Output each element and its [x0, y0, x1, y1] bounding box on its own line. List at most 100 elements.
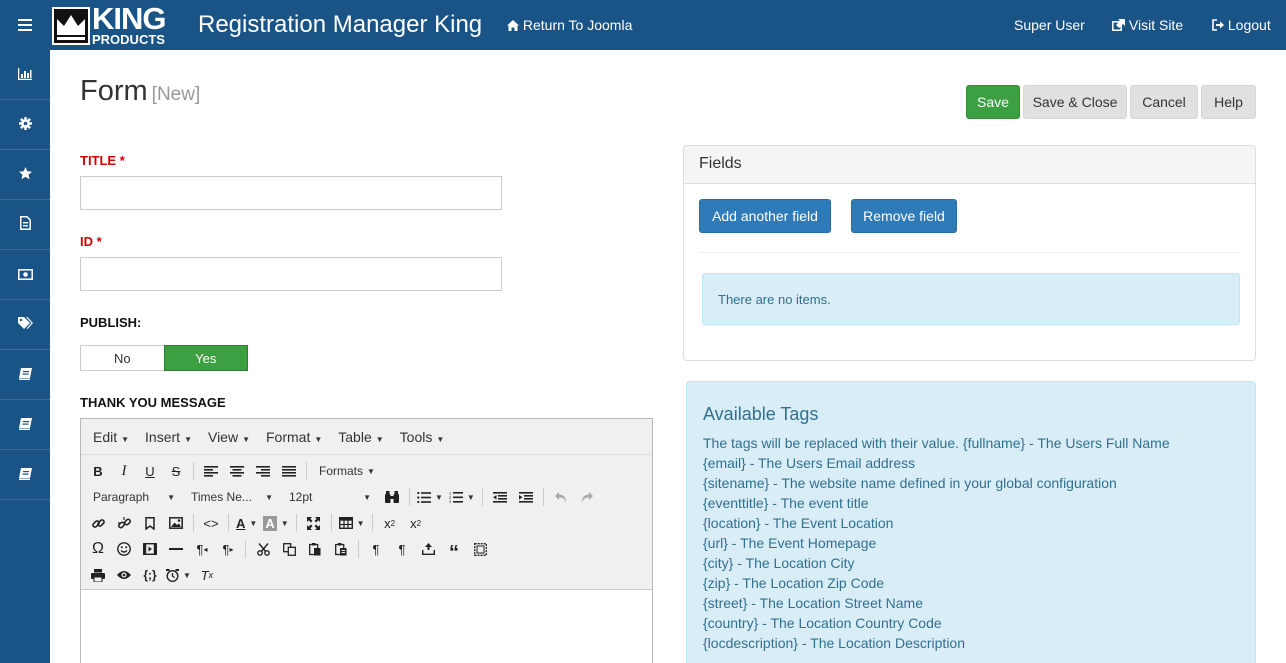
underline-icon[interactable]: U	[137, 459, 163, 483]
align-justify-icon[interactable]	[276, 459, 302, 483]
editor-menu-view[interactable]: View ▼	[200, 429, 258, 445]
ltr-icon[interactable]: ¶ ◂	[189, 537, 215, 561]
help-button[interactable]: Help	[1201, 85, 1256, 119]
nonbreaking-icon[interactable]: ¶	[389, 537, 415, 561]
editor-menubar: Edit ▼ Insert ▼ View ▼ Format ▼ Table ▼ Tools…	[81, 419, 652, 455]
redo-icon[interactable]	[574, 485, 600, 509]
tag-line: {email} - The Users Email address	[703, 455, 916, 471]
logo-king-text: KING	[92, 1, 166, 36]
bullet-list-icon[interactable]: ▼	[414, 485, 446, 509]
font-size-select[interactable]: 12pt ▼	[281, 485, 379, 509]
italic-icon[interactable]: I	[111, 459, 137, 483]
user-menu[interactable]: Super User	[1014, 17, 1085, 33]
return-to-joomla-label: Return To Joomla	[522, 17, 633, 33]
show-blocks-icon[interactable]	[467, 537, 493, 561]
code-icon[interactable]: <>	[198, 511, 224, 535]
save-close-button[interactable]: Save & Close	[1023, 85, 1127, 119]
save-button[interactable]: Save	[966, 85, 1020, 119]
horizontal-rule-icon[interactable]	[163, 537, 189, 561]
book-icon	[18, 467, 32, 483]
publish-yes-option[interactable]: Yes	[163, 345, 248, 371]
rich-text-editor: Edit ▼ Insert ▼ View ▼ Format ▼ Table ▼ Tools…	[80, 418, 653, 663]
book-icon	[18, 367, 32, 383]
gear-icon	[18, 116, 32, 133]
available-tags-panel: Available Tags The tags will be replaced…	[686, 381, 1256, 663]
subscript-icon[interactable]: x2	[377, 511, 403, 535]
editor-menu-insert[interactable]: Insert ▼	[137, 429, 200, 445]
align-right-icon[interactable]	[250, 459, 276, 483]
blockquote-icon[interactable]: “	[441, 537, 467, 563]
page-title: Form [New]	[80, 75, 200, 108]
sidebar-item-dashboard[interactable]	[0, 50, 50, 100]
editor-menu-format[interactable]: Format ▼	[258, 429, 330, 445]
sidebar-item-book-3[interactable]	[0, 450, 50, 500]
editor-content-area[interactable]	[81, 589, 652, 663]
tag-line: {location} - The Event Location	[703, 515, 894, 531]
add-field-button[interactable]: Add another field	[699, 199, 831, 233]
find-replace-icon[interactable]	[379, 485, 405, 509]
background-color-icon[interactable]: A ▼	[260, 511, 291, 535]
preview-icon[interactable]	[111, 563, 137, 587]
fullscreen-icon[interactable]	[301, 511, 327, 535]
id-input[interactable]	[80, 257, 502, 291]
tag-line: {country} - The Location Country Code	[703, 615, 942, 631]
paste-text-icon[interactable]	[328, 537, 354, 561]
font-family-select[interactable]: Times Ne... ▼	[183, 485, 281, 509]
insert-datetime-icon[interactable]: ▼	[163, 563, 194, 587]
sidebar-item-payments[interactable]	[0, 250, 50, 300]
sidebar-item-featured[interactable]	[0, 150, 50, 200]
king-products-logo[interactable]: KING PRODUCTS	[50, 3, 182, 46]
sidebar-item-book-1[interactable]	[0, 350, 50, 400]
id-label: ID *	[80, 234, 102, 249]
rtl-icon[interactable]: ¶ ▸	[215, 537, 241, 561]
page-break-icon[interactable]	[415, 537, 441, 561]
image-icon[interactable]	[163, 511, 189, 535]
visual-chars-icon[interactable]: ¶	[363, 537, 389, 561]
block-format-select[interactable]: Paragraph ▼	[85, 485, 183, 509]
copy-icon[interactable]	[276, 537, 302, 561]
user-name: Super User	[1014, 17, 1085, 33]
title-input[interactable]	[80, 176, 502, 210]
table-icon[interactable]: ▼	[336, 511, 368, 535]
template-icon[interactable]: {;}	[137, 563, 163, 587]
numbered-list-icon[interactable]: 1 2 3 ▼	[446, 485, 478, 509]
media-icon[interactable]	[137, 537, 163, 561]
page-subtitle: [New]	[151, 84, 201, 105]
special-character-icon[interactable]: Ω	[85, 537, 111, 561]
undo-icon[interactable]	[548, 485, 574, 509]
publish-no-option[interactable]: No	[80, 345, 164, 371]
paste-icon[interactable]	[302, 537, 328, 561]
link-icon[interactable]	[85, 511, 111, 535]
sidebar-item-tags[interactable]	[0, 300, 50, 350]
anchor-icon[interactable]	[137, 511, 163, 535]
app-title: Registration Manager King	[198, 11, 483, 38]
formats-dropdown[interactable]: Formats ▼	[311, 459, 375, 483]
print-icon[interactable]	[85, 563, 111, 587]
sidebar-item-book-2[interactable]	[0, 400, 50, 450]
editor-menu-edit[interactable]: Edit ▼	[85, 429, 137, 445]
editor-menu-tools[interactable]: Tools ▼	[392, 429, 453, 445]
clear-formatting-icon[interactable]: Tx	[194, 563, 220, 587]
outdent-icon[interactable]	[487, 485, 513, 509]
bold-icon[interactable]: B	[85, 459, 111, 483]
tag-line: {locdescription} - The Location Descript…	[703, 635, 966, 651]
unlink-icon[interactable]	[111, 511, 137, 535]
text-color-icon[interactable]: A ▼	[233, 511, 260, 535]
editor-menu-table[interactable]: Table ▼	[330, 429, 391, 445]
superscript-icon[interactable]: x2	[403, 511, 429, 535]
indent-icon[interactable]	[513, 485, 539, 509]
bars-icon[interactable]	[0, 0, 50, 50]
cut-icon[interactable]	[250, 537, 276, 561]
align-left-icon[interactable]	[198, 459, 224, 483]
remove-field-button[interactable]: Remove field	[851, 199, 957, 233]
strikethrough-icon[interactable]: S	[163, 459, 189, 483]
tag-line: {sitename} - The website name defined in…	[703, 475, 1117, 491]
visit-site-link[interactable]: Visit Site	[1112, 17, 1183, 33]
align-center-icon[interactable]	[224, 459, 250, 483]
cancel-button[interactable]: Cancel	[1130, 85, 1198, 119]
logout-link[interactable]: Logout	[1212, 17, 1271, 33]
return-to-joomla-link[interactable]: Return To Joomla	[507, 17, 632, 33]
sidebar-item-documents[interactable]	[0, 200, 50, 250]
sidebar-item-settings[interactable]	[0, 100, 50, 150]
emoticons-icon[interactable]	[111, 537, 137, 561]
